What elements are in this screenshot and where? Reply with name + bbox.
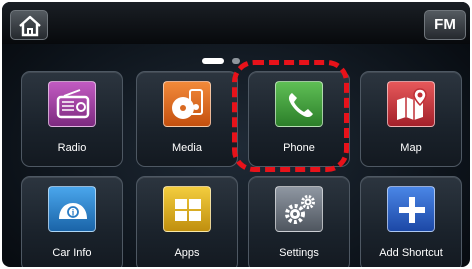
- car-info-label: Car Info: [52, 247, 92, 259]
- apps-label: Apps: [174, 247, 200, 259]
- media-label: Media: [172, 142, 202, 154]
- media-icon: [163, 81, 211, 127]
- settings-tile[interactable]: Settings: [248, 176, 350, 267]
- radio-tile[interactable]: Radio: [21, 71, 123, 167]
- page-dot-active[interactable]: [202, 58, 224, 64]
- settings-icon: [275, 186, 323, 232]
- add-shortcut-icon: [387, 186, 435, 232]
- home-icon: [19, 15, 41, 37]
- fm-source-button[interactable]: FM: [424, 10, 466, 40]
- phone-highlight-annotation: [232, 60, 349, 172]
- apps-tile[interactable]: Apps: [136, 176, 238, 267]
- map-label: Map: [400, 142, 422, 154]
- radio-label: Radio: [57, 142, 87, 154]
- radio-icon: [48, 81, 96, 127]
- car-info-icon: i: [48, 186, 96, 232]
- map-icon: [387, 81, 435, 127]
- settings-label: Settings: [279, 247, 319, 259]
- top-bar: FM: [2, 2, 470, 44]
- map-tile[interactable]: Map: [360, 71, 462, 167]
- home-button[interactable]: [10, 10, 48, 40]
- add-shortcut-label: Add Shortcut: [379, 247, 443, 259]
- add-shortcut-tile[interactable]: Add Shortcut: [360, 176, 462, 267]
- apps-icon: [163, 186, 211, 232]
- page-dot-inactive[interactable]: [232, 58, 240, 64]
- head-unit-screen: FM Radio Media Phone Map i Car Info Apps…: [2, 2, 470, 267]
- media-tile[interactable]: Media: [136, 71, 238, 167]
- car-info-tile[interactable]: i Car Info: [21, 176, 123, 267]
